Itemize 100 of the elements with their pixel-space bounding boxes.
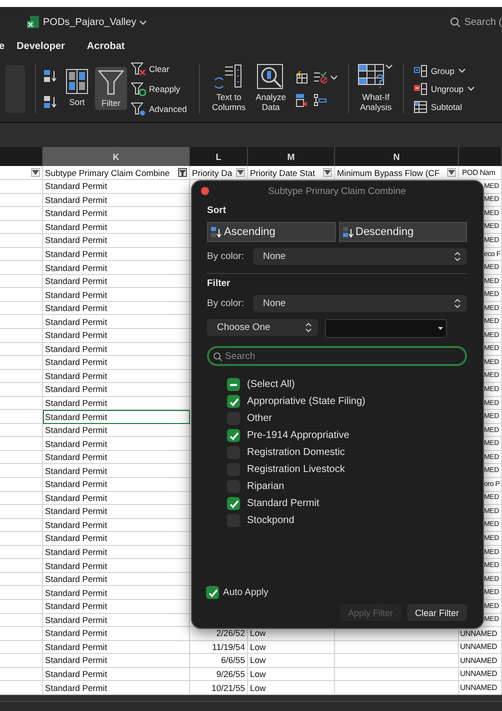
search-field[interactable]: Search <box>207 346 467 366</box>
table-cell[interactable]: Standard Permit <box>43 207 190 221</box>
sort-button[interactable]: Descending <box>338 222 467 242</box>
checkbox-label[interactable]: Registration Domestic <box>247 447 345 458</box>
checkbox[interactable] <box>227 497 240 510</box>
table-cell[interactable]: Standard Permit <box>43 194 190 208</box>
color-select[interactable]: None <box>253 248 467 265</box>
table-cell[interactable]: Standard Permit <box>43 383 190 397</box>
table-cell[interactable]: Standard Permit <box>43 220 190 234</box>
filter-dropdown-button[interactable] <box>31 168 40 177</box>
table-cell[interactable]: Standard Permit <box>43 370 190 384</box>
magnifier-chart-icon <box>257 64 284 90</box>
table-cell[interactable]: Standard Permit <box>43 437 190 451</box>
search-field[interactable]: Search ( <box>450 16 502 28</box>
filter-active-button[interactable] <box>178 168 187 177</box>
table-cell[interactable]: Standard Permit <box>43 356 190 370</box>
table-cell <box>0 464 43 478</box>
dropdown-arrow-icon <box>324 169 331 176</box>
table-cell[interactable]: Standard Permit <box>43 492 190 506</box>
color-select[interactable]: None <box>253 295 467 312</box>
column-header[interactable]: K <box>43 147 190 166</box>
dropdown-arrow-icon <box>32 169 39 176</box>
table-cell[interactable]: Standard Permit <box>43 478 190 492</box>
table-cell[interactable]: Standard Permit <box>43 627 190 641</box>
ribbon-tab[interactable]: Acrobat <box>86 40 125 52</box>
table-cell[interactable]: Standard Permit <box>43 410 190 424</box>
ribbon-button[interactable]: Clear <box>131 62 187 76</box>
checkbox-label[interactable]: Standard Permit <box>247 498 320 509</box>
table-cell[interactable]: Standard Permit <box>43 315 190 330</box>
column-header[interactable]: M <box>248 147 335 166</box>
sort-button[interactable]: Sort <box>63 67 91 110</box>
ribbon-button[interactable]: Analyze Data <box>250 62 292 115</box>
table-cell[interactable]: Standard Permit <box>43 559 190 573</box>
relationships-icon[interactable] <box>314 94 327 106</box>
column-header[interactable]: N <box>335 147 459 166</box>
table-cell[interactable]: Standard Permit <box>43 614 190 628</box>
table-cell[interactable]: Standard Permit <box>43 288 190 302</box>
table-cell[interactable]: Standard Permit <box>43 600 190 614</box>
sort-button[interactable]: Ascending <box>207 222 336 242</box>
checkbox[interactable] <box>206 586 219 599</box>
checkbox-label[interactable]: (Select All) <box>247 379 295 390</box>
table-cell[interactable]: Standard Permit <box>43 546 190 560</box>
ribbon-button[interactable]: Reapply <box>131 82 187 96</box>
table-cell <box>0 342 43 356</box>
table-cell[interactable]: Standard Permit <box>43 180 190 194</box>
table-cell[interactable]: Standard Permit <box>43 640 190 654</box>
table-cell[interactable]: Standard Permit <box>43 329 190 343</box>
table-cell[interactable]: Standard Permit <box>43 302 190 316</box>
table-cell[interactable]: Standard Permit <box>43 654 190 668</box>
table-cell[interactable]: Standard Permit <box>43 505 190 519</box>
checkbox-label[interactable]: Riparian <box>247 481 284 492</box>
updown-icon <box>454 252 461 261</box>
checkbox[interactable] <box>227 429 240 442</box>
table-cell[interactable]: Standard Permit <box>43 572 190 586</box>
sort-ascending-icon[interactable] <box>44 70 57 82</box>
table-cell[interactable]: Standard Permit <box>43 248 190 262</box>
column-header[interactable]: L <box>190 147 248 166</box>
what-if-analysis-button[interactable]: What-If Analysis <box>354 62 397 115</box>
checkbox-label[interactable]: Auto Apply <box>223 587 268 598</box>
checkbox-label[interactable]: Other <box>247 413 272 424</box>
ribbon-button[interactable]: Subtotal <box>414 100 476 112</box>
checkbox[interactable] <box>227 395 240 408</box>
filter-dropdown-button[interactable] <box>323 168 332 177</box>
filter-icon <box>179 169 186 176</box>
table-cell[interactable]: Standard Permit <box>43 586 190 600</box>
checkmark-icon <box>228 430 240 442</box>
filter-button[interactable]: Filter <box>95 66 127 110</box>
close-button[interactable] <box>201 187 209 195</box>
checkbox[interactable] <box>227 378 240 391</box>
table-cell[interactable]: Standard Permit <box>43 681 190 695</box>
table-cell[interactable]: Standard Permit <box>43 274 190 288</box>
ribbon-tab[interactable]: Developer <box>16 40 65 52</box>
ribbon-button[interactable]: Text to Columns <box>208 62 250 115</box>
checkbox-label[interactable]: Pre-1914 Appropriative <box>247 430 350 441</box>
column-heading: Priority Da <box>192 168 234 178</box>
clear-filter-button[interactable]: Clear Filter <box>406 604 467 621</box>
remove-duplicates-icon[interactable] <box>296 94 308 106</box>
table-cell[interactable]: Standard Permit <box>43 261 190 275</box>
checkbox-label[interactable]: Appropriative (State Filing) <box>247 396 366 407</box>
condition-select[interactable]: Choose One <box>207 319 318 336</box>
flash-fill-icon[interactable] <box>296 70 308 84</box>
table-cell[interactable]: Standard Permit <box>43 424 190 438</box>
checkbox-label[interactable]: Stockpond <box>247 515 294 526</box>
checkbox-label[interactable]: Registration Livestock <box>247 464 345 475</box>
table-cell[interactable]: Standard Permit <box>43 234 190 248</box>
ribbon-button[interactable]: Advanced <box>131 102 187 116</box>
ribbon-button[interactable]: Group <box>414 64 476 76</box>
table-cell[interactable]: Standard Permit <box>43 532 190 546</box>
table-cell[interactable]: Standard Permit <box>43 342 190 356</box>
filter-dropdown-button[interactable] <box>447 168 456 177</box>
sort-descending-icon[interactable] <box>44 96 57 108</box>
ribbon-button[interactable]: Ungroup <box>414 82 476 94</box>
table-cell[interactable]: Standard Permit <box>43 518 190 532</box>
table-cell[interactable]: Standard Permit <box>43 464 190 478</box>
table-cell[interactable]: Standard Permit <box>43 668 190 682</box>
filter-dropdown-button[interactable] <box>236 168 245 177</box>
table-cell[interactable]: Standard Permit <box>43 450 190 464</box>
document-title[interactable]: PODs_Pajaro_Valley <box>43 16 136 28</box>
data-validation-icon[interactable] <box>314 71 327 84</box>
table-cell[interactable]: Standard Permit <box>43 396 190 410</box>
